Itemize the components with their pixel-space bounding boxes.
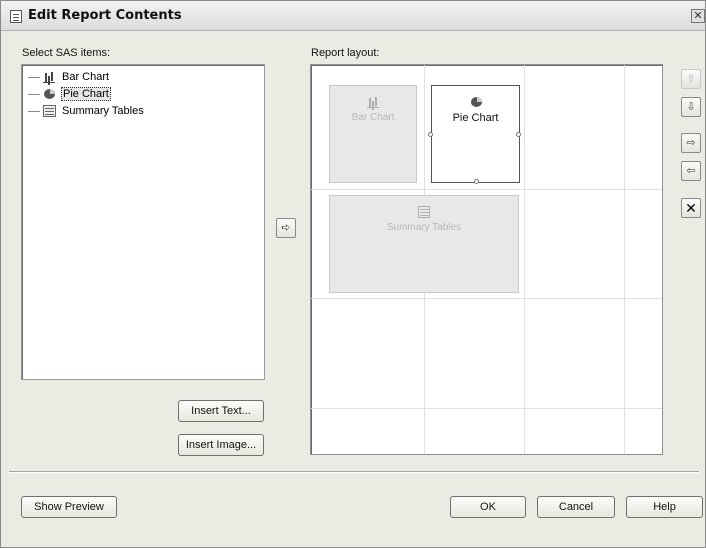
insert-text-button[interactable]: Insert Text... bbox=[178, 400, 264, 422]
move-down-button[interactable]: ⇩ bbox=[681, 97, 701, 117]
bar-chart-icon bbox=[367, 96, 379, 108]
tree-item-label: Pie Chart bbox=[61, 87, 111, 101]
close-icon[interactable]: ✕ bbox=[691, 9, 705, 23]
footer-separator bbox=[9, 471, 699, 473]
show-preview-button[interactable]: Show Preview bbox=[21, 496, 117, 518]
arrow-right-icon: ➪ bbox=[281, 222, 291, 234]
bar-chart-icon bbox=[43, 71, 56, 83]
sas-items-tree[interactable]: Bar Chart Pie Chart Summary Tables bbox=[21, 64, 265, 380]
title-bar: Edit Report Contents ✕ bbox=[1, 1, 705, 31]
layout-cell-label: Summary Tables bbox=[386, 222, 462, 233]
document-icon bbox=[10, 10, 22, 23]
table-icon bbox=[418, 206, 430, 218]
pie-chart-icon bbox=[470, 96, 482, 108]
tree-item-bar-chart[interactable]: Bar Chart bbox=[28, 69, 110, 85]
ok-button[interactable]: OK bbox=[450, 496, 526, 518]
layout-cell-pie-chart[interactable]: Pie Chart bbox=[428, 85, 521, 184]
edit-report-contents-dialog: Edit Report Contents ✕ Select SAS items:… bbox=[0, 0, 706, 548]
add-to-layout-button[interactable]: ➪ bbox=[276, 218, 296, 238]
arrow-left-icon: ⇦ bbox=[686, 165, 696, 177]
help-button[interactable]: Help bbox=[626, 496, 703, 518]
layout-cell-label: Pie Chart bbox=[452, 112, 499, 124]
select-sas-items-label: Select SAS items: bbox=[22, 47, 111, 59]
report-layout-grid[interactable]: Bar Chart Pie Chart Summary Tables bbox=[310, 64, 663, 455]
arrow-down-icon: ⇩ bbox=[686, 101, 696, 113]
layout-cell-summary-tables[interactable]: Summary Tables bbox=[329, 195, 519, 293]
cancel-button[interactable]: Cancel bbox=[537, 496, 615, 518]
resize-handle[interactable] bbox=[428, 132, 433, 137]
arrow-up-icon: ⇧ bbox=[686, 73, 696, 85]
report-layout-label: Report layout: bbox=[311, 47, 380, 59]
tree-item-summary-tables[interactable]: Summary Tables bbox=[28, 103, 145, 119]
arrow-right-icon: ⇨ bbox=[686, 137, 696, 149]
dialog-title: Edit Report Contents bbox=[28, 8, 182, 23]
move-right-button[interactable]: ⇨ bbox=[681, 133, 701, 153]
tree-item-label: Bar Chart bbox=[62, 71, 110, 83]
move-up-button[interactable]: ⇧ bbox=[681, 69, 701, 89]
layout-cell-label: Bar Chart bbox=[351, 112, 395, 123]
tree-item-pie-chart[interactable]: Pie Chart bbox=[28, 86, 111, 102]
insert-image-button[interactable]: Insert Image... bbox=[178, 434, 264, 456]
pie-chart-icon bbox=[43, 88, 56, 100]
remove-button[interactable]: ✕ bbox=[681, 198, 701, 218]
delete-x-icon: ✕ bbox=[685, 200, 697, 216]
tree-item-label: Summary Tables bbox=[62, 105, 144, 117]
resize-handle[interactable] bbox=[516, 132, 521, 137]
layout-cell-bar-chart[interactable]: Bar Chart bbox=[329, 85, 417, 183]
move-left-button[interactable]: ⇦ bbox=[681, 161, 701, 181]
table-icon bbox=[43, 105, 56, 117]
resize-handle[interactable] bbox=[474, 179, 479, 184]
